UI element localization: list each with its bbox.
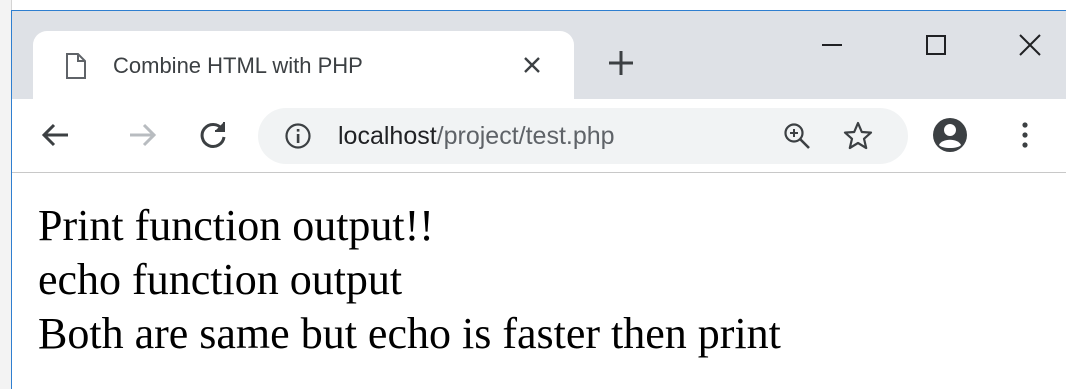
kebab-menu-icon[interactable]: [1010, 115, 1040, 155]
minimize-button[interactable]: [794, 11, 868, 77]
url-text[interactable]: localhost/project/test.php: [338, 108, 615, 164]
address-bar[interactable]: localhost/project/test.php: [258, 108, 908, 164]
browser-window: Combine HTML with PHP localhost/project/…: [11, 10, 1066, 389]
info-icon[interactable]: [284, 122, 312, 150]
minimize-icon: [822, 44, 842, 46]
tab-title: Combine HTML with PHP: [113, 53, 363, 78]
arrow-right-icon: [130, 123, 157, 147]
page-content: Print function output!! echo function ou…: [12, 173, 1066, 389]
url-host: localhost: [338, 122, 437, 150]
zoom-in-icon[interactable]: [782, 121, 812, 151]
tab-strip: Combine HTML with PHP: [12, 11, 1066, 99]
back-button[interactable]: [37, 116, 75, 154]
reload-icon: [200, 122, 226, 148]
bookmark-star-icon[interactable]: [842, 120, 874, 152]
close-window-button[interactable]: [992, 11, 1066, 77]
browser-toolbar: localhost/project/test.php: [12, 99, 1066, 173]
output-line-comparison: Both are same but echo is faster then pr…: [38, 309, 781, 358]
url-path: /project/test.php: [436, 122, 615, 150]
page-icon: [65, 53, 87, 79]
new-tab-plus-icon[interactable]: [606, 48, 636, 78]
active-tab[interactable]: Combine HTML with PHP: [33, 31, 574, 99]
maximize-button[interactable]: [898, 11, 972, 77]
tab-close-icon[interactable]: [519, 52, 545, 78]
account-icon[interactable]: [930, 115, 970, 155]
maximize-icon: [926, 35, 946, 55]
arrow-left-icon: [41, 123, 68, 147]
close-icon: [1019, 34, 1041, 56]
output-line-print: Print function output!!: [38, 201, 434, 250]
forward-button[interactable]: [123, 116, 161, 154]
output-line-echo: echo function output: [38, 255, 403, 304]
reload-button[interactable]: [194, 116, 232, 154]
screen: Combine HTML with PHP localhost/project/…: [0, 0, 1066, 389]
